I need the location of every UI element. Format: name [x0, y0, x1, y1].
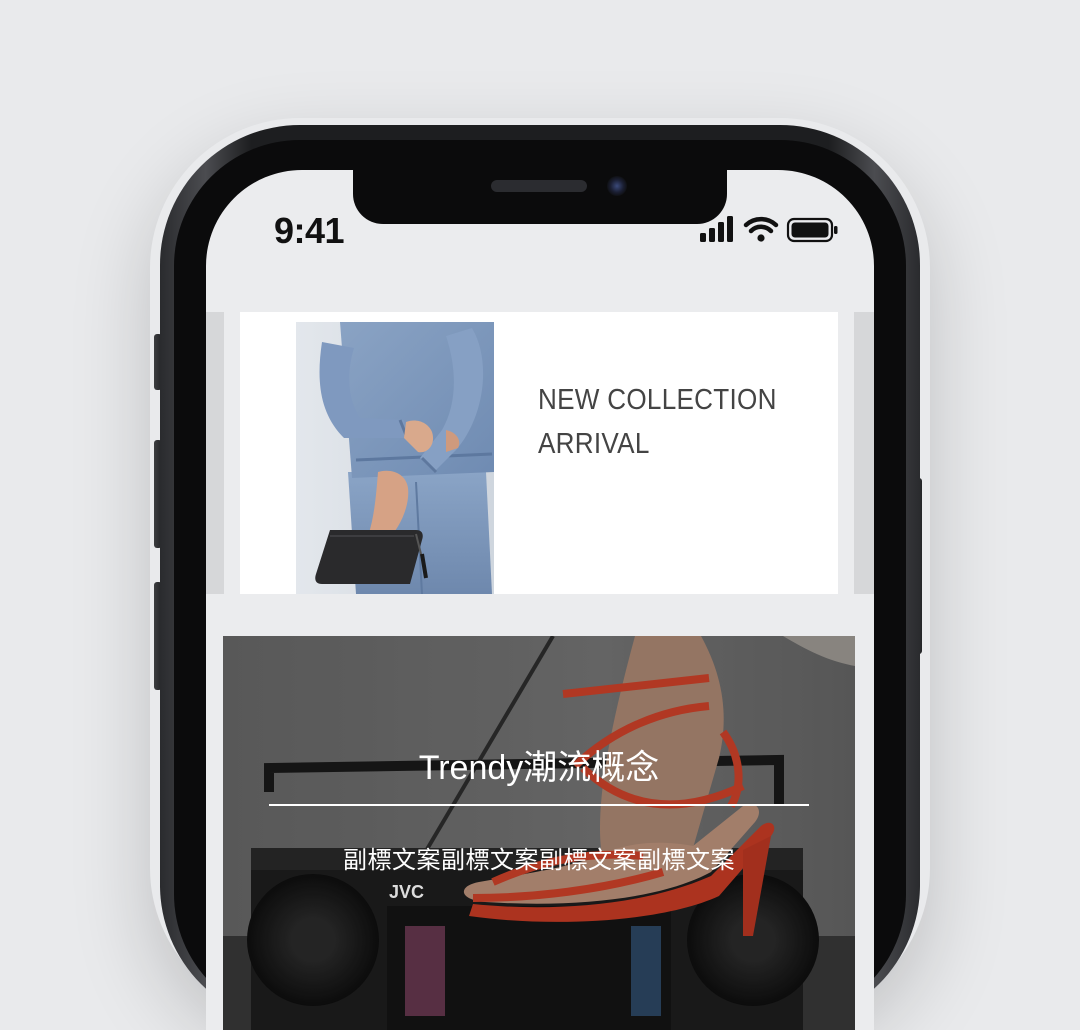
banner-title: NEW COLLECTION ARRIVAL	[538, 378, 790, 466]
banner-title-line-1: NEW COLLECTION	[538, 384, 777, 416]
feature-title: Trendy潮流概念	[418, 749, 660, 787]
new-collection-banner[interactable]: NEW COLLECTION ARRIVAL	[240, 312, 838, 594]
banner-photo-denim-clutch	[296, 322, 494, 594]
battery-icon	[786, 217, 838, 243]
earpiece-speaker	[491, 180, 587, 192]
status-time: 9:41	[274, 210, 345, 251]
trendy-feature-card[interactable]: JVC Trendy潮流概念 副標文案副標文案副標文案副標文案	[223, 636, 855, 1030]
front-camera	[607, 176, 627, 196]
banner-title-line-2: ARRIVAL	[538, 428, 650, 460]
carousel-prev-card-peek[interactable]	[206, 312, 224, 594]
boombox-brand-label: JVC	[389, 882, 424, 902]
wifi-icon	[743, 216, 779, 242]
feature-subtitle: 副標文案副標文案副標文案副標文案	[343, 847, 735, 874]
status-icons	[700, 216, 840, 244]
feature-divider	[269, 804, 809, 806]
carousel-next-card-peek[interactable]	[854, 312, 874, 594]
feature-photo-boombox-sandal: JVC	[223, 636, 855, 1030]
cellular-signal-icon	[700, 216, 733, 242]
phone-screen: 9:41 NEW COLLECTION ARRIVAL JVC Trendy潮流…	[206, 170, 874, 1030]
notch	[353, 170, 727, 224]
